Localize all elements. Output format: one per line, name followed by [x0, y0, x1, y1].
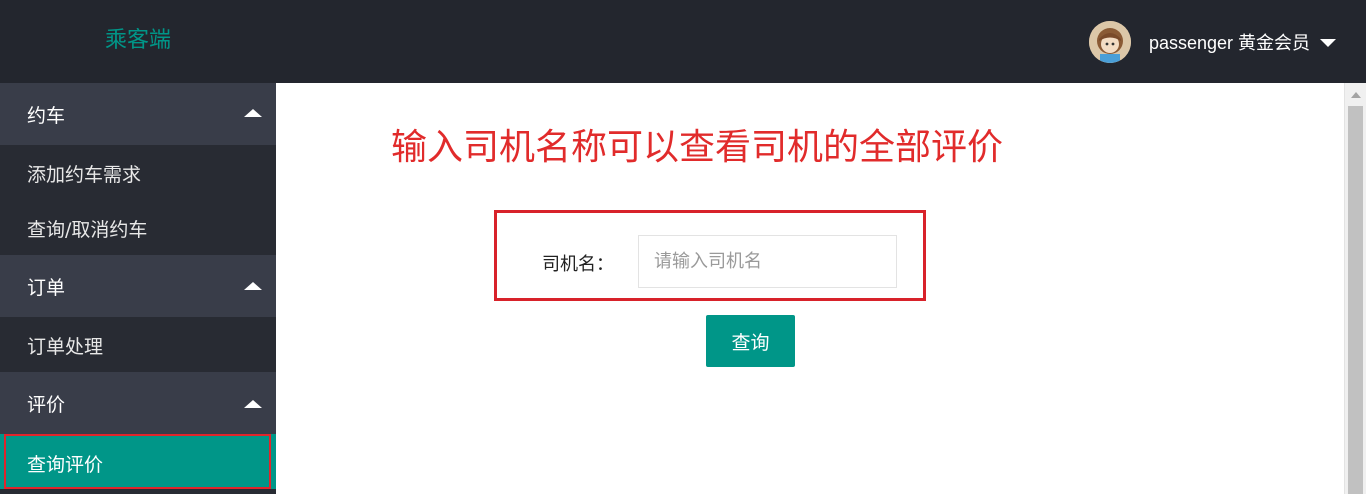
sidebar-item-label: 添加约车需求 — [27, 164, 142, 186]
sidebar-item-order-processing[interactable]: 订单处理 — [0, 317, 276, 372]
sidebar-nav: 约车 添加约车需求 查询/取消约车 订单 订单处理 评价 查询评价 — [0, 83, 276, 494]
query-button[interactable]: 查询 — [706, 315, 795, 367]
vertical-scrollbar[interactable] — [1344, 83, 1366, 494]
user-avatar[interactable] — [1088, 21, 1131, 63]
nav-group-ride[interactable]: 约车 — [0, 83, 276, 145]
main-content: 输入司机名称可以查看司机的全部评价 司机名： 查询 — [276, 83, 1344, 494]
chevron-up-icon[interactable] — [244, 400, 262, 408]
user-name-label[interactable]: passenger 黄金会员 — [1149, 29, 1310, 55]
top-navbar: 乘客端 passenger 黄金会员 — [0, 0, 1366, 83]
chevron-up-icon[interactable] — [244, 282, 262, 290]
scroll-up-arrow-icon[interactable] — [1351, 92, 1361, 98]
driver-search-form: 司机名： — [494, 210, 926, 301]
sidebar-item-query-cancel-ride[interactable]: 查询/取消约车 — [0, 200, 276, 255]
app-brand[interactable]: 乘客端 — [105, 28, 171, 54]
nav-group-reviews[interactable]: 评价 — [0, 372, 276, 434]
sidebar-item-query-reviews[interactable]: 查询评价 — [0, 434, 276, 489]
driver-name-input[interactable] — [638, 235, 897, 288]
sidebar-item-label: 查询/取消约车 — [27, 219, 148, 241]
chevron-down-icon[interactable] — [1320, 39, 1336, 47]
sidebar-item-add-ride-request[interactable]: 添加约车需求 — [0, 145, 276, 200]
chevron-up-icon[interactable] — [244, 109, 262, 117]
sidebar-item-label: 订单处理 — [27, 336, 104, 358]
scrollbar-thumb[interactable] — [1348, 106, 1363, 494]
annotation-headline: 输入司机名称可以查看司机的全部评价 — [391, 127, 1004, 168]
avatar-illustration-icon — [1088, 21, 1131, 63]
nav-group-orders[interactable]: 订单 — [0, 255, 276, 317]
user-menu[interactable]: passenger 黄金会员 — [1088, 20, 1336, 64]
nav-group-label: 评价 — [27, 394, 66, 416]
nav-group-label: 约车 — [27, 105, 66, 127]
driver-name-label: 司机名： — [542, 254, 614, 275]
nav-group-label: 订单 — [27, 277, 66, 299]
sidebar-item-label: 查询评价 — [27, 454, 104, 476]
